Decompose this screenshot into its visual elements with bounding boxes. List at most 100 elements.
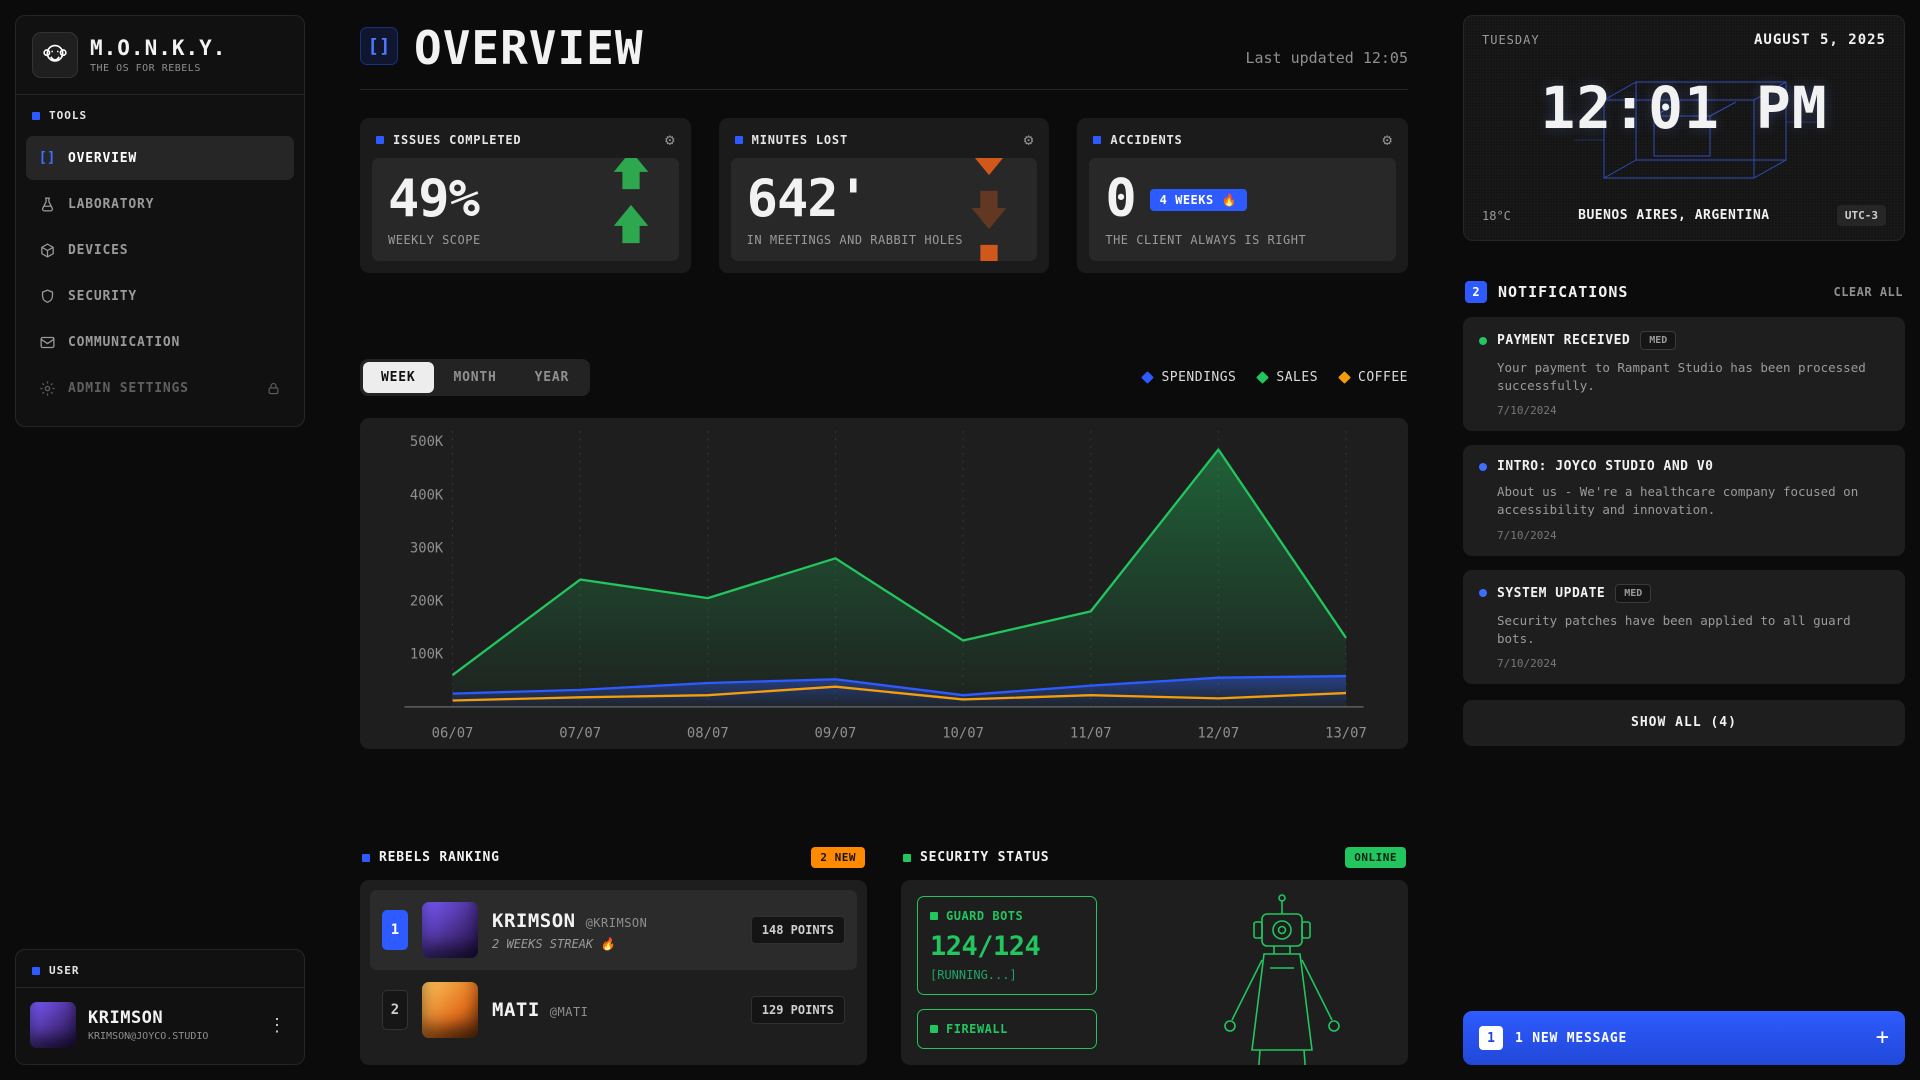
last-updated-text: Last updated 12:05	[1245, 49, 1408, 67]
security-status-section: SECURITY STATUS ONLINE GUARD BOTS 124/12…	[901, 847, 1408, 1065]
sidebar-item-communication[interactable]: COMMUNICATION	[26, 320, 294, 364]
avatar	[422, 982, 478, 1038]
svg-text:300K: 300K	[410, 541, 444, 557]
svg-text:11/07: 11/07	[1070, 726, 1112, 742]
stat-card-issues: ISSUES COMPLETED ⚙ 49% WEEKLY SCOPE	[360, 118, 691, 274]
stat-title: ACCIDENTS	[1110, 133, 1182, 147]
clock-widget: TUESDAY AUGUST 5, 2025 12:01 PM 18°C BUE…	[1463, 15, 1905, 241]
stat-subtitle: THE CLIENT ALWAYS IS RIGHT	[1105, 233, 1380, 247]
header-divider	[360, 89, 1408, 90]
new-message-bar[interactable]: 1 1 NEW MESSAGE +	[1463, 1011, 1905, 1065]
guard-bots-box: GUARD BOTS 124/124 [RUNNING...]	[917, 896, 1097, 995]
flask-icon	[38, 195, 56, 213]
user-menu-kebab-icon[interactable]: ⋮	[264, 1011, 290, 1040]
priority-badge: MED	[1640, 331, 1676, 350]
stat-title: ISSUES COMPLETED	[393, 133, 521, 147]
sidebar-item-laboratory[interactable]: LABORATORY	[26, 182, 294, 226]
notification-item-system-update[interactable]: SYSTEM UPDATE MED Security patches have …	[1463, 570, 1905, 684]
date-label: AUGUST 5, 2025	[1754, 32, 1886, 48]
stat-bullet	[735, 136, 743, 144]
security-title: SECURITY STATUS	[920, 850, 1049, 865]
notifications-title: NOTIFICATIONS	[1498, 283, 1628, 301]
line-chart: 06/0707/0708/0709/0710/0711/0712/0713/07…	[360, 418, 1408, 749]
avatar	[422, 902, 478, 958]
trend-down-arrows-icon	[963, 158, 1015, 262]
ranking-title: REBELS RANKING	[379, 850, 500, 865]
points-badge: 148 POINTS	[751, 916, 845, 944]
firewall-box: FIREWALL	[917, 1009, 1097, 1049]
rebel-handle: @MATI	[550, 1005, 589, 1019]
diamond-icon	[1257, 372, 1270, 385]
chart-toolbar: WEEK MONTH YEAR SPENDINGS SALES COFFEE	[360, 359, 1408, 396]
rebel-name: KRIMSON	[492, 910, 576, 932]
svg-text:400K: 400K	[410, 488, 444, 504]
user-avatar	[30, 1002, 76, 1048]
legend-sales[interactable]: SALES	[1258, 370, 1318, 385]
stat-value: 0	[1105, 172, 1135, 227]
new-count-badge: 2 NEW	[811, 847, 865, 868]
unread-dot	[1479, 337, 1487, 345]
ranking-row-1[interactable]: 1 KRIMSON @KRIMSON 2 WEEKS STREAK 🔥 148 …	[370, 890, 857, 970]
ranking-panel: 1 KRIMSON @KRIMSON 2 WEEKS STREAK 🔥 148 …	[360, 880, 867, 1065]
tab-year[interactable]: YEAR	[517, 362, 588, 393]
lock-icon	[264, 379, 282, 397]
guard-bots-value: 124/124	[930, 931, 1084, 962]
section-bullet	[32, 967, 40, 975]
tab-month[interactable]: MONTH	[436, 362, 515, 393]
priority-badge: MED	[1615, 584, 1651, 603]
plus-icon: +	[1876, 1027, 1889, 1049]
diamond-icon	[1142, 372, 1155, 385]
legend-spendings[interactable]: SPENDINGS	[1143, 370, 1236, 385]
trend-up-arrows-icon	[605, 158, 657, 262]
app-logo: M.O.N.K.Y. THE OS FOR REBELS	[16, 16, 304, 94]
clear-all-button[interactable]: CLEAR ALL	[1833, 285, 1903, 299]
user-section-label: USER	[16, 950, 304, 987]
gear-icon[interactable]: ⚙	[665, 132, 675, 148]
app-subtitle: THE OS FOR REBELS	[90, 63, 226, 74]
notifications-header: 2 NOTIFICATIONS CLEAR ALL	[1463, 281, 1905, 303]
svg-text:13/07: 13/07	[1325, 726, 1367, 742]
chart-range-tabs: WEEK MONTH YEAR	[360, 359, 590, 396]
weekday-label: TUESDAY	[1482, 33, 1540, 47]
ranking-row-2[interactable]: 2 MATI @MATI 129 POINTS	[370, 970, 857, 1050]
unread-dot	[1479, 463, 1487, 471]
stat-card-accidents: ACCIDENTS ⚙ 0 4 WEEKS 🔥 THE CLIENT ALWAY…	[1077, 118, 1408, 274]
svg-text:100K: 100K	[410, 647, 444, 663]
security-panel: GUARD BOTS 124/124 [RUNNING...] FIREWALL	[901, 880, 1408, 1065]
user-name: KRIMSON	[88, 1008, 208, 1028]
svg-text:07/07: 07/07	[559, 726, 601, 742]
notification-item-payment[interactable]: PAYMENT RECEIVED MED Your payment to Ram…	[1463, 317, 1905, 431]
sidebar-item-devices[interactable]: DEVICES	[26, 228, 294, 272]
firewall-label: FIREWALL	[946, 1022, 1008, 1036]
cube-icon	[38, 241, 56, 259]
user-profile-row[interactable]: KRIMSON KRIMSON@JOYCO.STUDIO ⋮	[16, 988, 304, 1064]
show-all-button[interactable]: SHOW ALL (4)	[1463, 700, 1905, 746]
rebel-streak: 2 WEEKS STREAK 🔥	[492, 937, 647, 951]
gear-icon	[38, 379, 56, 397]
tools-section-label: TOOLS	[16, 95, 304, 132]
svg-text:500K: 500K	[410, 435, 444, 451]
right-panel: TUESDAY AUGUST 5, 2025 12:01 PM 18°C BUE…	[1463, 15, 1905, 1065]
brackets-icon: []	[38, 149, 56, 167]
legend-coffee[interactable]: COFFEE	[1340, 370, 1408, 385]
unread-dot	[1479, 589, 1487, 597]
user-card: USER KRIMSON KRIMSON@JOYCO.STUDIO ⋮	[15, 949, 305, 1065]
notification-body: About us - We're a healthcare company fo…	[1479, 483, 1889, 519]
notification-body: Security patches have been applied to al…	[1479, 612, 1889, 648]
gear-icon[interactable]: ⚙	[1382, 132, 1392, 148]
sidebar-item-admin-settings[interactable]: ADMIN SETTINGS	[26, 366, 294, 410]
sidebar-item-overview[interactable]: [] OVERVIEW	[26, 136, 294, 180]
svg-text:08/07: 08/07	[687, 726, 729, 742]
overview-brackets-icon: []	[360, 27, 398, 65]
online-badge: ONLINE	[1345, 847, 1406, 868]
status-bullet	[930, 1025, 938, 1033]
guard-bots-status: [RUNNING...]	[930, 968, 1084, 982]
tab-week[interactable]: WEEK	[363, 362, 434, 393]
svg-text:200K: 200K	[410, 594, 444, 610]
streak-badge: 4 WEEKS 🔥	[1150, 189, 1247, 211]
sidebar-item-security[interactable]: SECURITY	[26, 274, 294, 318]
notification-item-intro[interactable]: INTRO: JOYCO STUDIO AND V0 About us - We…	[1463, 445, 1905, 555]
notification-count-badge: 2	[1465, 281, 1487, 303]
gear-icon[interactable]: ⚙	[1024, 132, 1034, 148]
rebel-handle: @KRIMSON	[586, 916, 648, 930]
